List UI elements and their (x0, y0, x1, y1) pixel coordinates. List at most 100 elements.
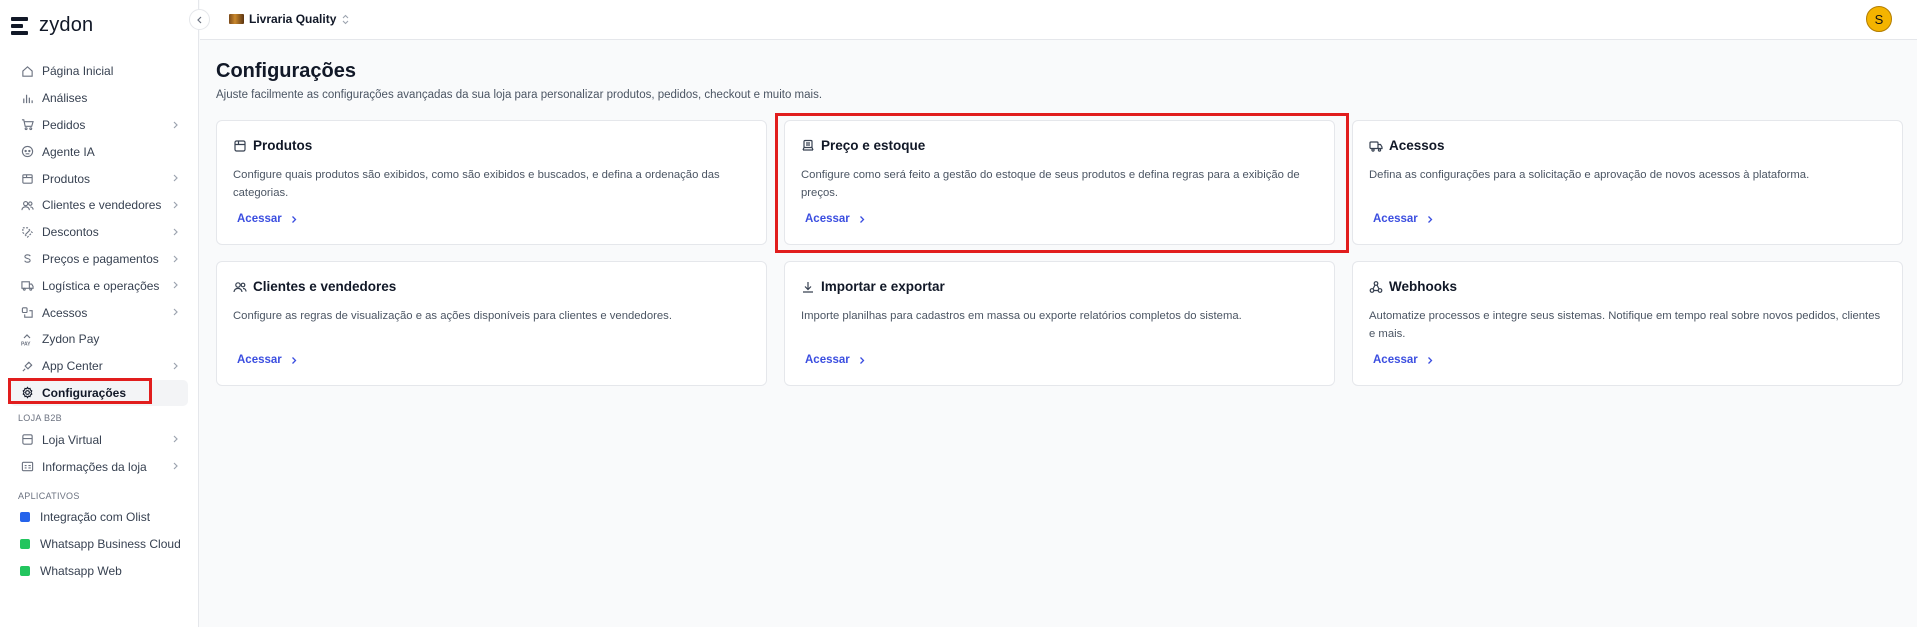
store-icon (20, 433, 34, 447)
chart-icon (20, 91, 34, 105)
sidebar-item-label: App Center (42, 359, 103, 374)
chevron-right-icon (1427, 215, 1433, 223)
truck-icon (20, 279, 34, 293)
store-switcher[interactable]: Livraria Quality (229, 12, 350, 26)
acessar-link[interactable]: Acessar (237, 354, 298, 366)
sidebar-app-whatsapp-business-cloud[interactable]: Whatsapp Business Cloud (10, 531, 188, 558)
sidebar-app-whatsapp-web[interactable]: Whatsapp Web (10, 558, 188, 585)
settings-card-acessos: Acessos Defina as configurações para a s… (1352, 120, 1903, 245)
acessar-label: Acessar (805, 354, 850, 366)
store-logo (229, 14, 244, 24)
acessar-label: Acessar (237, 354, 282, 366)
card-description: Defina as configurações para a solicitaç… (1369, 169, 1810, 181)
chevron-right-icon (291, 356, 297, 364)
bot-icon (20, 145, 34, 159)
sidebar-nav: Página Inicial Análises Pedidos Agente I… (10, 58, 188, 584)
sidebar-item-configuracoes[interactable]: Configurações (10, 379, 188, 407)
sidebar-item-pagina-inicial[interactable]: Página Inicial (10, 58, 188, 85)
acessar-link[interactable]: Acessar (805, 354, 866, 366)
settings-card-importar-e-exportar: Importar e exportar Importe planilhas pa… (784, 261, 1335, 386)
sidebar-app-olist[interactable]: Integração com Olist (10, 504, 188, 531)
whatsapp-icon (18, 564, 32, 578)
webhook-icon (1369, 280, 1383, 294)
chevron-right-icon (170, 254, 180, 264)
dollar-icon (20, 252, 34, 266)
sidebar-item-label: Acessos (42, 305, 88, 320)
topbar: Livraria Quality S (200, 0, 1917, 40)
sidebar-item-precos-e-pagamentos[interactable]: Preços e pagamentos (10, 246, 188, 273)
chevron-right-icon (170, 120, 180, 130)
acessar-link[interactable]: Acessar (805, 213, 866, 225)
chevron-right-icon (170, 361, 180, 371)
section-title-aplicativos: APLICATIVOS (18, 490, 80, 501)
page-title: Configurações (216, 60, 357, 82)
whatsapp-icon (18, 537, 32, 551)
sidebar-item-acessos[interactable]: Acessos (10, 299, 188, 326)
acessar-link[interactable]: Acessar (237, 213, 298, 225)
box-icon (233, 139, 247, 153)
card-title: Produtos (253, 138, 313, 153)
sidebar-item-label: Análises (42, 91, 88, 106)
box-icon (20, 172, 34, 186)
chevron-right-icon (1427, 356, 1433, 364)
chevron-right-icon (170, 307, 180, 317)
chevron-right-icon (170, 173, 180, 183)
sidebar-item-descontos[interactable]: Descontos (10, 219, 188, 246)
chevron-up-down-icon (342, 14, 349, 24)
sidebar-item-analises[interactable]: Análises (10, 85, 188, 112)
sidebar-item-agente-ia[interactable]: Agente IA (10, 138, 188, 165)
user-avatar[interactable]: S (1866, 6, 1892, 32)
sidebar-item-label: Loja Virtual (42, 432, 102, 447)
brand-logo[interactable]: zydon (11, 14, 93, 37)
plug-icon (20, 359, 34, 373)
acessar-link[interactable]: Acessar (1373, 354, 1434, 366)
truck-access-icon (1369, 139, 1383, 153)
sidebar-item-logistica-e-operacoes[interactable]: Logística e operações (10, 272, 188, 299)
card-description: Configure as regras de visualização e as… (233, 310, 672, 322)
sidebar-item-informacoes-da-loja[interactable]: Informações da loja (10, 453, 188, 480)
chevron-right-icon (859, 215, 865, 223)
card-title: Preço e estoque (821, 138, 926, 153)
users-icon (20, 198, 34, 212)
sidebar-item-label: Whatsapp Business Cloud (40, 537, 181, 552)
sidebar-item-label: Página Inicial (42, 64, 114, 79)
chevron-right-icon (170, 280, 180, 290)
sidebar-item-label: Descontos (42, 225, 99, 240)
info-card-icon (20, 460, 34, 474)
brand-name: zydon (39, 14, 94, 36)
zydon-logo-icon (11, 16, 31, 36)
pay-icon: PAY (20, 332, 34, 346)
acessar-label: Acessar (1373, 354, 1418, 366)
card-title: Clientes e vendedores (253, 279, 397, 294)
chevron-right-icon (170, 461, 180, 471)
sidebar-item-label: Zydon Pay (42, 332, 100, 347)
settings-card-preco-e-estoque: Preço e estoque Configure como será feit… (784, 120, 1335, 245)
sidebar-item-label: Integração com Olist (40, 510, 151, 525)
acessar-label: Acessar (1373, 213, 1418, 225)
acessar-link[interactable]: Acessar (1373, 213, 1434, 225)
download-icon (801, 280, 815, 294)
collapse-sidebar-button[interactable] (189, 9, 210, 30)
card-title: Importar e exportar (821, 279, 945, 294)
users-icon (233, 280, 247, 294)
store-name: Livraria Quality (249, 12, 337, 26)
card-description: Configure quais produtos são exibidos, c… (233, 169, 720, 199)
chevron-right-icon (291, 215, 297, 223)
card-description: Automatize processos e integre seus sist… (1369, 310, 1881, 340)
cart-icon (20, 118, 34, 132)
settings-card-webhooks: Webhooks Automatize processos e integre … (1352, 261, 1903, 386)
section-title-loja-b2b: LOJA B2B (18, 413, 62, 424)
chevron-right-icon (170, 227, 180, 237)
register-icon (801, 139, 815, 153)
sidebar-item-label: Produtos (42, 171, 91, 186)
sidebar-item-label: Preços e pagamentos (42, 251, 159, 266)
gear-icon (20, 386, 34, 400)
card-description: Configure como será feito a gestão do es… (801, 169, 1300, 199)
sidebar-item-loja-virtual[interactable]: Loja Virtual (10, 426, 188, 453)
sidebar-item-clientes-e-vendedores[interactable]: Clientes e vendedores (10, 192, 188, 219)
sidebar-item-produtos[interactable]: Produtos (10, 165, 188, 192)
chevron-left-icon (196, 16, 201, 23)
sidebar-item-zydon-pay[interactable]: PAY Zydon Pay (10, 326, 188, 353)
sidebar-item-app-center[interactable]: App Center (10, 353, 188, 380)
sidebar-item-pedidos[interactable]: Pedidos (10, 112, 188, 139)
